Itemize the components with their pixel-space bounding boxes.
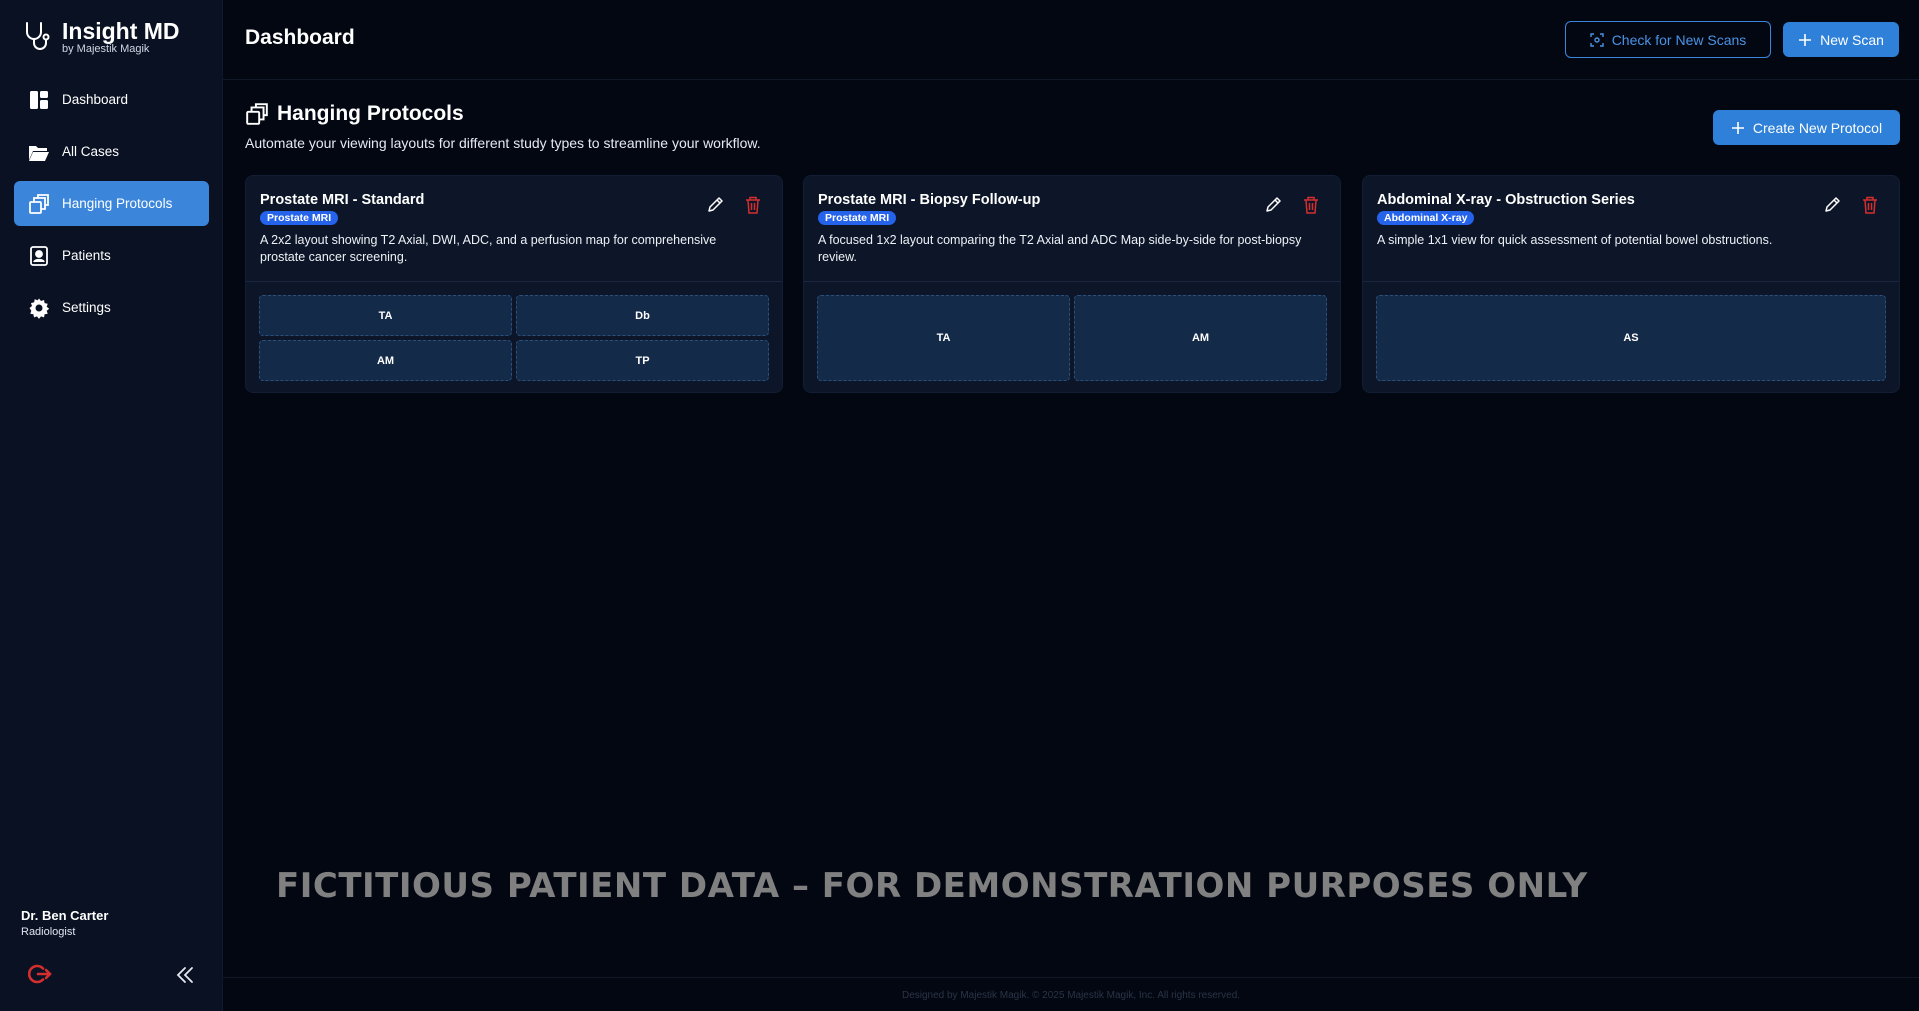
- brand[interactable]: Insight MD by Majestik Magik: [22, 18, 180, 55]
- stethoscope-icon: [26, 22, 50, 50]
- user-role: Radiologist: [21, 926, 76, 938]
- modality-badge: Prostate MRI: [818, 211, 897, 225]
- page-title: Dashboard: [245, 26, 355, 49]
- layout-cell[interactable]: AM: [259, 340, 512, 381]
- sidebar-item-dashboard[interactable]: Dashboard: [14, 77, 209, 122]
- layout-windows-icon: [28, 193, 50, 215]
- sidebar-item-hanging-protocols[interactable]: Hanging Protocols: [14, 181, 209, 226]
- protocol-description: A focused 1x2 layout comparing the T2 Ax…: [818, 233, 1302, 264]
- modality-badge: Prostate MRI: [260, 211, 339, 225]
- logout-icon[interactable]: [27, 962, 52, 986]
- footer-copyright: Designed by Majestik Magik. © 2025 Majes…: [901, 990, 1241, 1001]
- protocol-description: A 2x2 layout showing T2 Axial, DWI, ADC,…: [260, 233, 717, 264]
- sidebar: Insight MD by Majestik Magik Dashboard A…: [0, 0, 223, 1011]
- patient-card-icon: [28, 245, 50, 267]
- sidebar-item-label: Dashboard: [62, 92, 129, 107]
- layout-grid-1x2: TA AM: [817, 295, 1327, 381]
- sidebar-item-all-cases[interactable]: All Cases: [14, 129, 209, 174]
- collapse-sidebar-icon[interactable]: [173, 963, 197, 987]
- check-new-scans-button[interactable]: Check for New Scans: [1565, 21, 1771, 58]
- layout-cell[interactable]: TP: [516, 340, 769, 381]
- layout-cell[interactable]: Db: [516, 295, 769, 336]
- delete-trash-icon[interactable]: [1300, 194, 1322, 216]
- protocol-card: Abdominal X-ray - Obstruction Series Abd…: [1362, 175, 1900, 393]
- top-bar: Dashboard Check for New Scans New Scan: [223, 0, 1919, 80]
- protocol-description: A simple 1x1 view for quick assessment o…: [1377, 233, 1773, 247]
- brand-subtitle: by Majestik Magik: [62, 43, 150, 55]
- protocol-card: Prostate MRI - Standard Prostate MRI A 2…: [245, 175, 783, 393]
- create-new-protocol-label: Create New Protocol: [1752, 119, 1883, 136]
- sidebar-nav: Dashboard All Cases Hanging Protocols Pa…: [14, 77, 209, 337]
- layout-grid-1x1: AS: [1376, 295, 1886, 381]
- demo-watermark: FICTITIOUS PATIENT DATA – FOR DEMONSTRAT…: [276, 866, 1588, 906]
- protocol-card: Prostate MRI - Biopsy Follow-up Prostate…: [803, 175, 1341, 393]
- edit-pencil-icon[interactable]: [1262, 194, 1284, 216]
- plus-icon: [1798, 33, 1812, 47]
- section-header: Hanging Protocols: [245, 102, 464, 126]
- protocol-title: Prostate MRI - Biopsy Follow-up: [818, 192, 1041, 208]
- new-scan-label: New Scan: [1820, 31, 1884, 48]
- sidebar-item-label: Patients: [62, 248, 111, 263]
- section-title: Hanging Protocols: [277, 102, 464, 125]
- layout-cell[interactable]: AS: [1376, 295, 1886, 381]
- modality-badge: Abdominal X-ray: [1377, 211, 1475, 225]
- scan-icon: [1589, 32, 1604, 47]
- sidebar-item-settings[interactable]: Settings: [14, 285, 209, 330]
- user-name: Dr. Ben Carter: [21, 908, 109, 923]
- layout-cell[interactable]: TA: [817, 295, 1070, 381]
- section-description: Automate your viewing layouts for differ…: [245, 135, 761, 151]
- edit-pencil-icon[interactable]: [704, 194, 726, 216]
- layout-cell[interactable]: TA: [259, 295, 512, 336]
- folder-icon: [28, 141, 50, 163]
- gear-icon: [28, 297, 50, 319]
- edit-pencil-icon[interactable]: [1821, 194, 1843, 216]
- new-scan-button[interactable]: New Scan: [1783, 22, 1899, 57]
- user-profile: Dr. Ben Carter Radiologist: [21, 908, 108, 938]
- layout-grid-2x2: TA Db AM TP: [259, 295, 769, 381]
- layout-windows-icon: [246, 103, 268, 125]
- footer-divider: [223, 977, 1919, 978]
- plus-icon: [1731, 121, 1745, 135]
- protocol-title: Prostate MRI - Standard: [260, 192, 425, 208]
- brand-title: Insight MD: [62, 18, 180, 44]
- protocol-title: Abdominal X-ray - Obstruction Series: [1377, 192, 1635, 208]
- check-new-scans-label: Check for New Scans: [1611, 31, 1747, 48]
- sidebar-item-patients[interactable]: Patients: [14, 233, 209, 278]
- dashboard-icon: [28, 89, 50, 111]
- create-new-protocol-button[interactable]: Create New Protocol: [1713, 110, 1900, 145]
- delete-trash-icon[interactable]: [1859, 194, 1881, 216]
- sidebar-item-label: Settings: [62, 300, 111, 315]
- app: Insight MD by Majestik Magik Dashboard A…: [0, 0, 1919, 1011]
- layout-cell[interactable]: AM: [1074, 295, 1327, 381]
- sidebar-item-label: Hanging Protocols: [62, 196, 173, 211]
- sidebar-item-label: All Cases: [62, 144, 120, 159]
- delete-trash-icon[interactable]: [742, 194, 764, 216]
